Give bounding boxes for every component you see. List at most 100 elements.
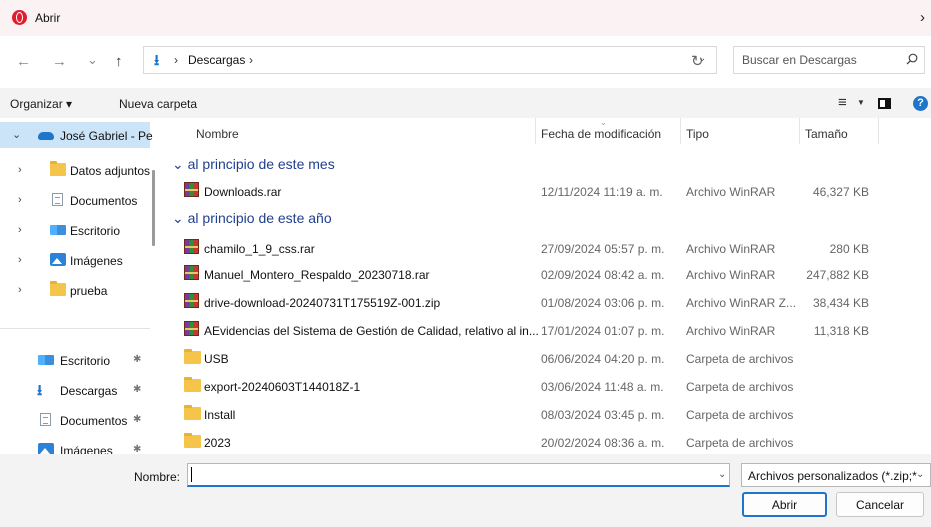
up-icon[interactable]: ↑	[115, 52, 123, 72]
sidebar-item-label: Documentos	[70, 194, 138, 208]
table-row[interactable]: USB 06/06/2024 04:20 p. m. Carpeta de ar…	[178, 345, 898, 371]
file-date: 20/02/2024 08:36 a. m.	[541, 436, 665, 450]
table-row[interactable]: 2023 20/02/2024 08:36 a. m. Carpeta de a…	[178, 429, 898, 454]
sidebar-item-label: Escritorio	[70, 224, 121, 238]
breadcrumb-descargas[interactable]: Descargas	[188, 53, 245, 67]
pin-icon[interactable]: ✱	[133, 414, 141, 425]
search-icon[interactable]	[906, 53, 918, 65]
file-date: 06/06/2024 04:20 p. m.	[541, 352, 665, 366]
open-button[interactable]: Abrir	[742, 492, 827, 517]
breadcrumb-separator[interactable]: ›	[174, 53, 178, 67]
sidebar-item-escritorio[interactable]: › Escritorio	[0, 217, 150, 243]
chevron-right-icon[interactable]: ›	[18, 254, 22, 266]
sidebar-item-onedrive[interactable]: ⌄ José Gabriel - Pe	[0, 122, 153, 148]
file-name: Downloads.rar	[204, 185, 282, 199]
table-row[interactable]: chamilo_1_9_css.rar 27/09/2024 05:57 p. …	[178, 235, 898, 261]
chevron-right-icon[interactable]: ›	[18, 224, 22, 236]
sidebar-item-label: Escritorio	[60, 354, 111, 368]
file-size: 38,434 KB	[812, 296, 869, 310]
file-name-input[interactable]	[188, 464, 703, 485]
back-icon[interactable]: ←	[16, 52, 31, 72]
preview-pane-icon[interactable]	[878, 98, 891, 109]
quick-access-descargas[interactable]: ⭳ Descargas ✱	[0, 377, 150, 403]
recent-locations-icon[interactable]: ⌄	[87, 50, 98, 70]
pin-icon[interactable]: ✱	[133, 354, 141, 365]
chevron-right-icon[interactable]: ›	[18, 284, 22, 296]
file-name: drive-download-20240731T175519Z-001.zip	[204, 296, 441, 310]
breadcrumb-separator[interactable]: ›	[249, 53, 253, 67]
file-date: 17/01/2024 01:07 p. m.	[541, 324, 665, 338]
address-bar[interactable]: ⭳ › Descargas › ⌄	[143, 46, 717, 74]
document-icon	[40, 413, 51, 426]
help-icon[interactable]: ?	[913, 96, 928, 111]
desktop-icon	[50, 225, 66, 235]
column-divider[interactable]	[535, 118, 536, 144]
group-header-this-month[interactable]: ⌄ al principio de este mes	[172, 156, 335, 173]
chevron-right-icon[interactable]: ›	[18, 164, 22, 176]
column-header-date[interactable]: Fecha de modificación	[541, 127, 661, 141]
table-row[interactable]: Manuel_Montero_Respaldo_20230718.rar 02/…	[178, 261, 898, 287]
navigation-pane: ⌄ José Gabriel - Pe › Datos adjuntos › D…	[0, 118, 158, 454]
chevron-down-icon[interactable]: ⌄	[172, 156, 184, 172]
file-size: 280 KB	[829, 242, 869, 256]
view-dropdown-icon[interactable]: ▼	[857, 98, 865, 107]
onedrive-cloud-icon	[38, 132, 54, 140]
image-icon	[50, 253, 66, 266]
sidebar-scrollbar[interactable]	[152, 170, 155, 246]
quick-access-documentos[interactable]: Documentos ✱	[0, 407, 150, 433]
column-divider[interactable]	[799, 118, 800, 144]
download-icon: ⭳	[37, 382, 43, 399]
file-list: Nombre ⌄ Fecha de modificación Tipo Tama…	[158, 118, 931, 454]
table-row[interactable]: Install 08/03/2024 03:45 p. m. Carpeta d…	[178, 401, 898, 427]
chevron-down-icon[interactable]: ⌄	[916, 469, 924, 480]
table-row[interactable]: Downloads.rar 12/11/2024 11:19 a. m. Arc…	[178, 178, 898, 204]
sidebar-item-documentos[interactable]: › Documentos	[0, 187, 150, 213]
folder-icon	[50, 281, 66, 296]
new-folder-button[interactable]: Nueva carpeta	[119, 97, 197, 111]
cancel-button[interactable]: Cancelar	[836, 492, 924, 517]
table-row[interactable]: export-20240603T144018Z-1 03/06/2024 11:…	[178, 373, 898, 399]
view-options-icon[interactable]: ≡	[838, 94, 847, 111]
column-header-size[interactable]: Tamaño	[805, 127, 848, 141]
column-header-type[interactable]: Tipo	[686, 127, 709, 141]
sidebar-item-label: Imágenes	[70, 254, 123, 268]
file-name: 2023	[204, 436, 231, 450]
file-type: Carpeta de archivos	[686, 380, 794, 394]
forward-icon[interactable]: →	[52, 52, 67, 72]
quick-access-escritorio[interactable]: Escritorio ✱	[0, 347, 150, 373]
organize-button[interactable]: Organizar ▾	[10, 97, 72, 111]
column-header-name[interactable]: Nombre	[196, 127, 239, 141]
table-row[interactable]: drive-download-20240731T175519Z-001.zip …	[178, 289, 898, 315]
command-toolbar: Organizar ▾ Nueva carpeta ≡ ▼ ?	[0, 88, 931, 118]
sidebar-item-label: José Gabriel - Pe	[60, 129, 153, 143]
chevron-down-icon[interactable]: ⌄	[718, 469, 726, 480]
file-name: Install	[204, 408, 236, 422]
sidebar-item-imagenes[interactable]: › Imágenes	[0, 247, 150, 273]
desktop-icon	[38, 355, 54, 365]
quick-access-imagenes[interactable]: Imágenes ✱	[0, 437, 150, 454]
pin-icon[interactable]: ✱	[133, 444, 141, 454]
file-name-field[interactable]: ⌄	[187, 463, 730, 487]
file-type-select[interactable]: Archivos personalizados (*.zip;* ⌄	[741, 463, 931, 487]
chevron-down-icon[interactable]: ⌄	[172, 210, 184, 226]
refresh-icon[interactable]: ↻	[691, 52, 704, 70]
file-name-label: Nombre:	[134, 470, 181, 484]
search-box[interactable]	[733, 46, 925, 74]
chevron-down-icon[interactable]: ⌄	[12, 128, 21, 141]
sidebar-item-datos-adjuntos[interactable]: › Datos adjuntos	[0, 157, 150, 183]
sidebar-item-prueba[interactable]: › prueba	[0, 277, 150, 303]
chevron-right-icon[interactable]: ›	[920, 9, 925, 26]
search-input[interactable]	[734, 47, 894, 73]
column-divider[interactable]	[680, 118, 681, 144]
winrar-icon	[184, 321, 199, 336]
group-header-this-year[interactable]: ⌄ al principio de este año	[172, 210, 332, 227]
column-divider[interactable]	[878, 118, 879, 144]
winrar-icon	[184, 293, 199, 308]
document-icon	[52, 193, 63, 206]
winrar-icon	[184, 239, 199, 254]
file-date: 27/09/2024 05:57 p. m.	[541, 242, 665, 256]
chevron-right-icon[interactable]: ›	[18, 194, 22, 206]
file-name: export-20240603T144018Z-1	[204, 380, 361, 394]
table-row[interactable]: AEvidencias del Sistema de Gestión de Ca…	[178, 317, 898, 343]
pin-icon[interactable]: ✱	[133, 384, 141, 395]
